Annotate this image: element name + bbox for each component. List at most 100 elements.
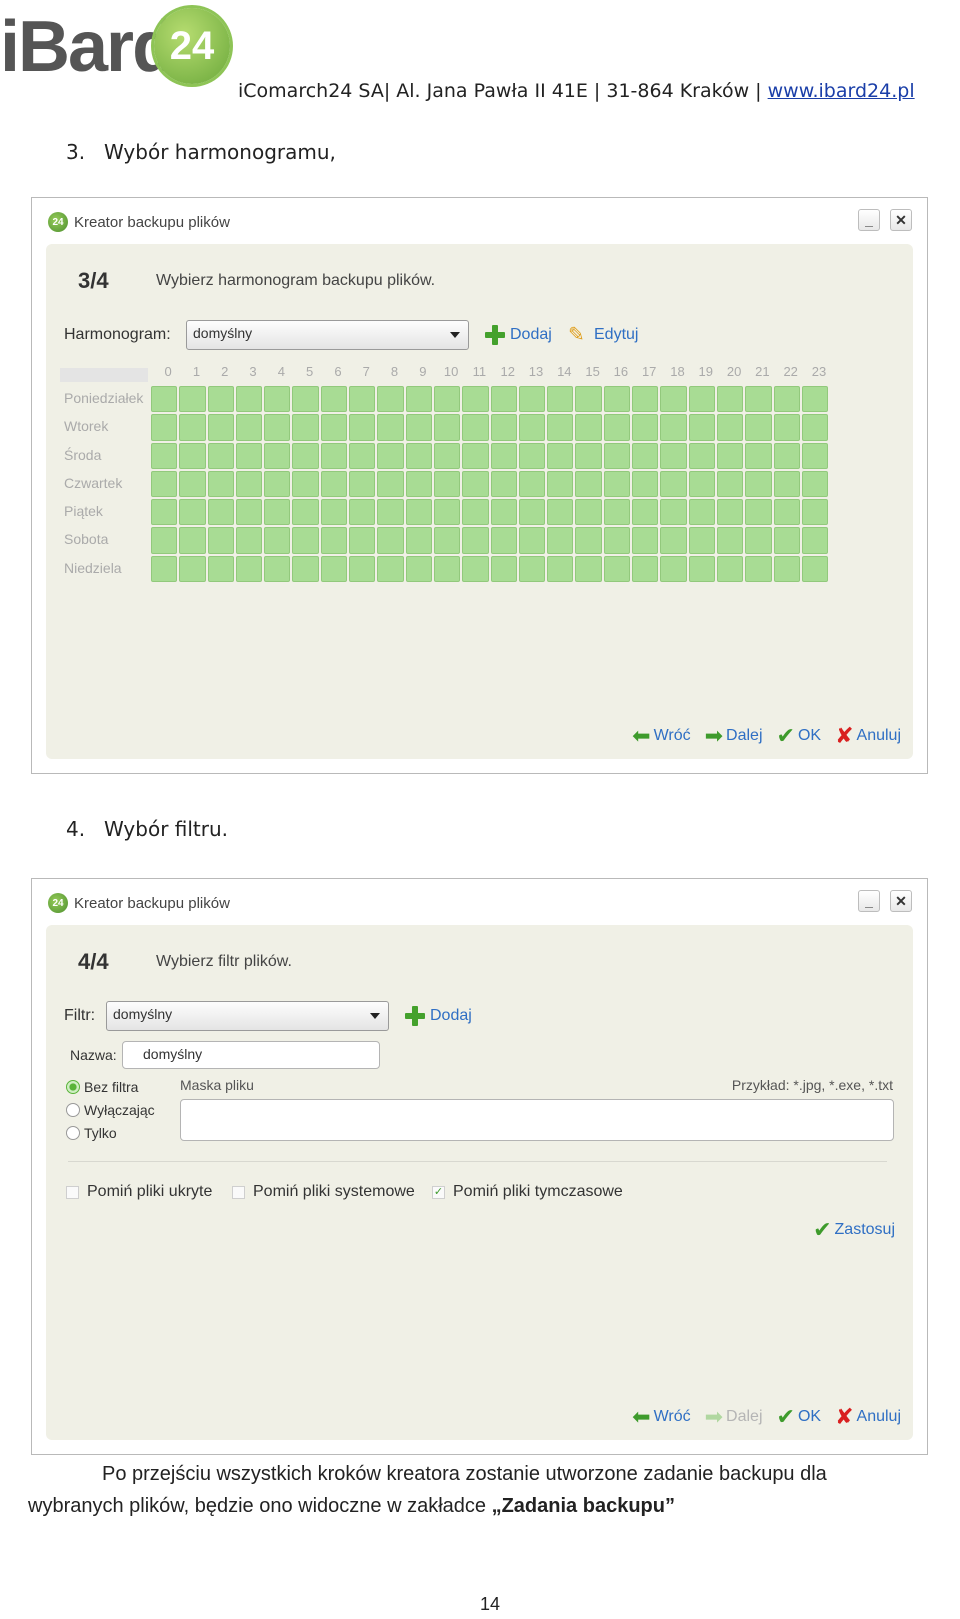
schedule-cell[interactable] xyxy=(632,555,659,583)
schedule-cell[interactable] xyxy=(745,442,772,469)
schedule-cell[interactable] xyxy=(405,499,432,526)
name-input[interactable]: domyślny xyxy=(122,1041,380,1069)
schedule-cell[interactable] xyxy=(632,386,659,413)
schedule-cell[interactable] xyxy=(377,555,404,583)
schedule-cell[interactable] xyxy=(207,414,234,441)
schedule-cell[interactable] xyxy=(349,386,376,413)
schedule-cell[interactable] xyxy=(179,386,206,413)
schedule-cell[interactable] xyxy=(433,555,461,583)
schedule-cell[interactable] xyxy=(377,470,404,498)
schedule-cell[interactable] xyxy=(151,442,178,469)
file-mask-input[interactable] xyxy=(180,1099,894,1141)
schedule-cell[interactable] xyxy=(292,442,319,469)
schedule-cell[interactable] xyxy=(235,470,263,498)
cancel-button[interactable]: ✘ Anuluj xyxy=(835,1406,901,1428)
schedule-cell[interactable] xyxy=(179,442,206,469)
next-button[interactable]: ➡ Dalej xyxy=(705,1406,763,1428)
schedule-cell[interactable] xyxy=(151,555,178,583)
cancel-button[interactable]: ✘ Anuluj xyxy=(835,725,901,747)
schedule-cell[interactable] xyxy=(235,442,263,469)
schedule-cell[interactable] xyxy=(462,470,489,498)
website-link[interactable]: www.ibard24.pl xyxy=(768,80,915,102)
minimize-button[interactable]: _ xyxy=(858,209,880,231)
schedule-cell[interactable] xyxy=(745,555,772,583)
schedule-cell[interactable] xyxy=(745,414,772,441)
schedule-cell[interactable] xyxy=(688,386,715,413)
schedule-cell[interactable] xyxy=(518,442,546,469)
edit-schedule-button[interactable]: ✎ Edytuj xyxy=(568,324,638,346)
schedule-cell[interactable] xyxy=(433,470,461,498)
next-button[interactable]: ➡ Dalej xyxy=(705,725,763,747)
schedule-cell[interactable] xyxy=(716,470,744,498)
schedule-cell[interactable] xyxy=(801,386,829,413)
schedule-cell[interactable] xyxy=(518,499,546,526)
schedule-cell[interactable] xyxy=(462,499,489,526)
schedule-cell[interactable] xyxy=(490,527,517,554)
schedule-cell[interactable] xyxy=(603,442,631,469)
back-button[interactable]: ⬅ Wróć xyxy=(632,1406,690,1428)
schedule-cell[interactable] xyxy=(405,470,432,498)
schedule-cell[interactable] xyxy=(547,442,574,469)
schedule-cell[interactable] xyxy=(547,527,574,554)
schedule-cell[interactable] xyxy=(207,555,234,583)
schedule-cell[interactable] xyxy=(773,442,800,469)
schedule-cell[interactable] xyxy=(433,386,461,413)
schedule-cell[interactable] xyxy=(575,527,602,554)
schedule-cell[interactable] xyxy=(547,470,574,498)
schedule-cell[interactable] xyxy=(292,470,319,498)
schedule-cell[interactable] xyxy=(603,555,631,583)
schedule-cell[interactable] xyxy=(716,442,744,469)
schedule-cell[interactable] xyxy=(207,499,234,526)
minimize-button[interactable]: _ xyxy=(858,890,880,912)
schedule-cell[interactable] xyxy=(716,499,744,526)
schedule-cell[interactable] xyxy=(264,555,291,583)
schedule-cell[interactable] xyxy=(773,386,800,413)
schedule-cell[interactable] xyxy=(264,470,291,498)
radio-no-filter[interactable]: Bez filtra xyxy=(66,1079,138,1095)
radio-only[interactable]: Tylko xyxy=(66,1125,117,1141)
schedule-cell[interactable] xyxy=(207,470,234,498)
schedule-cell[interactable] xyxy=(716,555,744,583)
schedule-cell[interactable] xyxy=(801,414,829,441)
ok-button[interactable]: ✔ OK xyxy=(777,1406,822,1428)
schedule-cell[interactable] xyxy=(151,470,178,498)
schedule-cell[interactable] xyxy=(320,414,348,441)
skip-hidden-checkbox[interactable]: Pomiń pliki ukryte xyxy=(66,1183,212,1201)
schedule-cell[interactable] xyxy=(801,555,829,583)
schedule-cell[interactable] xyxy=(433,414,461,441)
schedule-cell[interactable] xyxy=(292,527,319,554)
schedule-cell[interactable] xyxy=(320,386,348,413)
schedule-cell[interactable] xyxy=(518,527,546,554)
schedule-cell[interactable] xyxy=(575,499,602,526)
schedule-cell[interactable] xyxy=(151,414,178,441)
schedule-cell[interactable] xyxy=(349,442,376,469)
schedule-cell[interactable] xyxy=(377,499,404,526)
schedule-cell[interactable] xyxy=(264,499,291,526)
apply-button[interactable]: ✔ Zastosuj xyxy=(813,1219,895,1241)
schedule-cell[interactable] xyxy=(688,414,715,441)
schedule-cell[interactable] xyxy=(179,555,206,583)
schedule-cell[interactable] xyxy=(575,555,602,583)
schedule-cell[interactable] xyxy=(801,499,829,526)
close-button[interactable]: ✕ xyxy=(890,890,912,912)
radio-excluding[interactable]: Wyłączając xyxy=(66,1102,155,1118)
schedule-cell[interactable] xyxy=(575,442,602,469)
schedule-cell[interactable] xyxy=(179,414,206,441)
schedule-cell[interactable] xyxy=(349,527,376,554)
schedule-cell[interactable] xyxy=(547,386,574,413)
schedule-cell[interactable] xyxy=(518,386,546,413)
schedule-cell[interactable] xyxy=(292,414,319,441)
schedule-cell[interactable] xyxy=(518,414,546,441)
schedule-cell[interactable] xyxy=(745,386,772,413)
schedule-cell[interactable] xyxy=(320,527,348,554)
schedule-cell[interactable] xyxy=(320,470,348,498)
schedule-cell[interactable] xyxy=(235,527,263,554)
schedule-cell[interactable] xyxy=(207,386,234,413)
schedule-cell[interactable] xyxy=(688,555,715,583)
schedule-cell[interactable] xyxy=(773,470,800,498)
schedule-cell[interactable] xyxy=(603,414,631,441)
schedule-cell[interactable] xyxy=(349,414,376,441)
schedule-cell[interactable] xyxy=(462,442,489,469)
schedule-cell[interactable] xyxy=(603,386,631,413)
schedule-cell[interactable] xyxy=(716,414,744,441)
